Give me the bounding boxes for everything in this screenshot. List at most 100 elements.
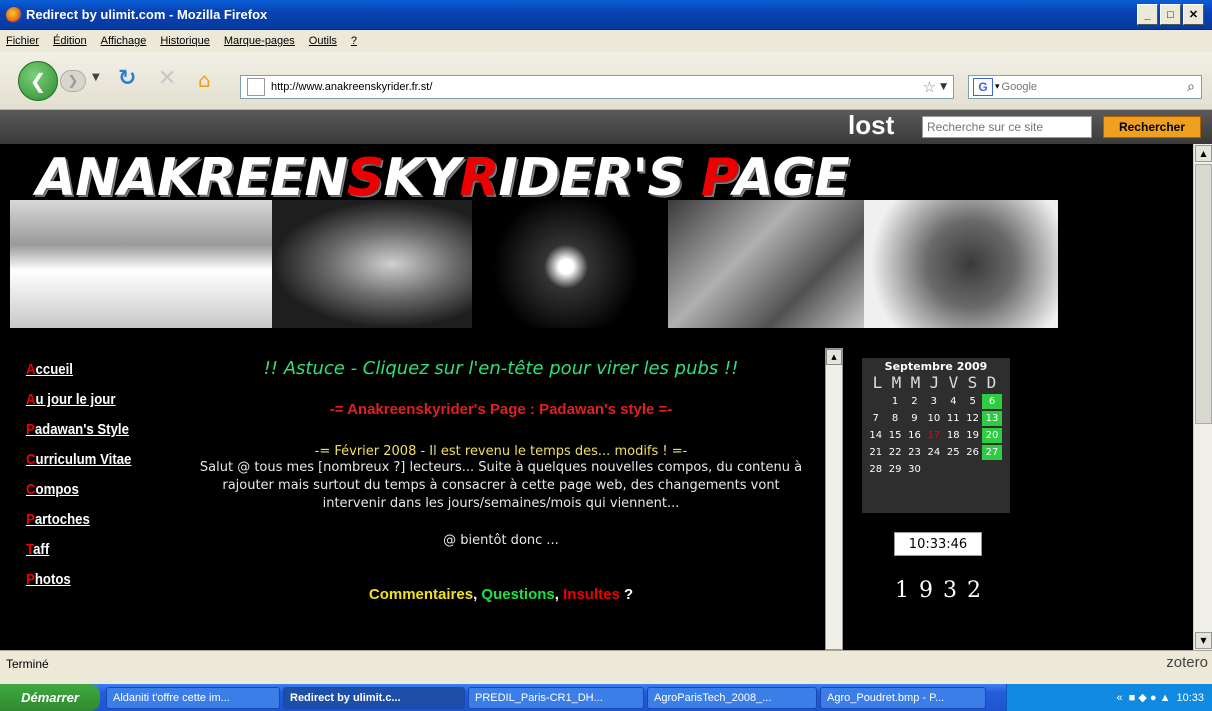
scroll-down-icon[interactable]: ▼ bbox=[1195, 632, 1212, 649]
google-engine-icon[interactable]: G bbox=[973, 78, 993, 96]
banner-part: AGE bbox=[733, 148, 849, 208]
minimize-button[interactable]: _ bbox=[1137, 4, 1158, 25]
taskbar-item[interactable]: Redirect by ulimit.c... bbox=[283, 686, 465, 709]
start-button[interactable]: Démarrer bbox=[0, 684, 100, 711]
beach-photo bbox=[10, 200, 272, 328]
scroll-up-icon[interactable]: ▲ bbox=[1195, 145, 1212, 162]
calendar-day: 9 bbox=[911, 413, 918, 424]
status-bar: Terminé zotero bbox=[0, 650, 1212, 676]
menu-edition[interactable]: Édition bbox=[53, 35, 87, 47]
weekday: M bbox=[891, 373, 902, 392]
calendar-day: 8 bbox=[891, 413, 899, 424]
calendar-day: 14 bbox=[869, 430, 883, 441]
header-photo-strip[interactable] bbox=[10, 200, 1058, 328]
scroll-thumb[interactable] bbox=[1195, 164, 1212, 424]
calendar-day: 21 bbox=[869, 447, 883, 458]
back-button[interactable]: ❮ bbox=[18, 61, 58, 101]
nav-partoches[interactable]: Partoches bbox=[26, 510, 149, 529]
home-icon[interactable]: ⌂ bbox=[198, 68, 211, 92]
calendar-day: 13 bbox=[982, 411, 1002, 426]
firework-photo bbox=[472, 200, 668, 328]
engine-dropdown-icon[interactable]: ▾ bbox=[995, 82, 1000, 92]
maximize-button[interactable]: □ bbox=[1160, 4, 1181, 25]
forward-arrow-icon: ❯ bbox=[67, 73, 79, 89]
banner-part: R bbox=[459, 148, 499, 208]
calendar-day: 27 bbox=[982, 445, 1002, 460]
site-banner[interactable]: ANAKREENSKYRIDER'S PAGE bbox=[36, 148, 1046, 208]
questions-link[interactable]: Questions bbox=[481, 586, 554, 603]
calendar-day: 24 bbox=[927, 447, 941, 458]
content-scrollbar[interactable]: ▲ bbox=[825, 348, 843, 650]
weekday: S bbox=[967, 373, 978, 392]
taskbar-item[interactable]: PREDIL_Paris-CR1_DH... bbox=[468, 686, 644, 709]
calendar-day bbox=[866, 394, 885, 409]
nav-curriculum-vitae[interactable]: Curriculum Vitae bbox=[26, 450, 149, 469]
site-search-button[interactable]: Rechercher bbox=[1103, 116, 1201, 138]
calendar-day bbox=[963, 462, 982, 477]
menu-outils[interactable]: Outils bbox=[309, 35, 337, 47]
url-dropdown-icon[interactable]: ▼ bbox=[940, 82, 947, 92]
reload-icon[interactable]: ↻ bbox=[118, 66, 136, 91]
calendar-day: 10 bbox=[927, 413, 941, 424]
calendar-day: 16 bbox=[908, 430, 921, 441]
title-bar: Redirect by ulimit.com - Mozilla Firefox… bbox=[0, 0, 1212, 30]
menu-help[interactable]: ? bbox=[351, 35, 357, 47]
stop-icon[interactable]: ✕ bbox=[158, 66, 176, 91]
nav-accueil[interactable]: Accueil bbox=[26, 360, 149, 379]
calendar-day: 5 bbox=[969, 396, 976, 407]
clock-display: 10:33:46 bbox=[894, 532, 982, 556]
zotero-button[interactable]: zotero bbox=[1166, 654, 1208, 671]
history-dropdown-icon[interactable]: ▼ bbox=[92, 72, 100, 83]
close-button[interactable]: ✕ bbox=[1183, 4, 1204, 25]
menu-fichier[interactable]: Fichier bbox=[6, 35, 39, 47]
taskbar-item[interactable]: Aldaniti t'offre cette im... bbox=[106, 686, 280, 709]
address-bar[interactable]: ☆ ▼ bbox=[240, 75, 954, 99]
menu-marque-pages[interactable]: Marque-pages bbox=[224, 35, 295, 47]
page-scrollbar[interactable]: ▲ ▼ bbox=[1193, 144, 1212, 650]
nav-photos[interactable]: Photos bbox=[26, 570, 149, 589]
style-heading: -= Anakreenskyrider's Page : Padawan's s… bbox=[329, 401, 673, 418]
calendar-weekdays: L M M J V S D bbox=[862, 373, 1010, 392]
comments-link[interactable]: Commentaires bbox=[369, 586, 473, 603]
insultes-link[interactable]: Insultes bbox=[563, 586, 620, 603]
search-icon[interactable]: ⌕ bbox=[1187, 79, 1195, 95]
banner-part: ANAKREEN bbox=[36, 148, 348, 208]
menu-historique[interactable]: Historique bbox=[160, 35, 210, 47]
banner-part: S bbox=[346, 148, 384, 208]
lost-logo[interactable]: lost bbox=[848, 110, 894, 141]
page-content: lost Rechercher ANAKREENSKYRIDER'S PAGE … bbox=[0, 110, 1212, 650]
tray-expand-icon[interactable]: « bbox=[1117, 692, 1123, 704]
nav-taff[interactable]: Taff bbox=[26, 540, 149, 559]
bookmark-star-icon[interactable]: ☆ bbox=[923, 78, 936, 96]
visit-counter: 1932 bbox=[895, 578, 991, 603]
tray-icons[interactable]: ■ ◆ ● ▲ bbox=[1129, 691, 1171, 704]
tray-clock: 10:33 bbox=[1176, 691, 1204, 704]
calendar-day: 4 bbox=[950, 396, 957, 407]
calendar-day: 30 bbox=[908, 464, 921, 475]
calendar-day: 20 bbox=[982, 428, 1002, 443]
nav-au-jour-le-jour[interactable]: Au jour le jour bbox=[26, 390, 149, 409]
search-bar[interactable]: G ▾ ⌕ bbox=[968, 75, 1202, 99]
calendar-day bbox=[924, 462, 943, 477]
taskbar-item[interactable]: Agro_Poudret.bmp - P... bbox=[820, 686, 986, 709]
nav-padawans-style[interactable]: Padawan's Style bbox=[26, 420, 149, 439]
scroll-up-icon[interactable]: ▲ bbox=[826, 349, 842, 365]
calendar-day: 28 bbox=[869, 464, 883, 475]
calendar-day: 6 bbox=[982, 394, 1002, 409]
url-input[interactable] bbox=[271, 81, 923, 93]
welcome-text: Salut @ tous mes [nombreux ?] lecteurs..… bbox=[199, 460, 803, 511]
weekday: D bbox=[986, 373, 997, 392]
site-search-input[interactable] bbox=[922, 116, 1092, 138]
calendar-day: 25 bbox=[946, 447, 960, 458]
nav-compos[interactable]: Compos bbox=[26, 480, 149, 499]
search-input[interactable] bbox=[1001, 81, 1188, 93]
banner-part: KY bbox=[383, 148, 460, 208]
bientot-text: @ bientôt donc ... bbox=[443, 533, 559, 548]
forward-button[interactable]: ❯ bbox=[60, 70, 86, 92]
status-text: Terminé bbox=[6, 656, 49, 671]
system-tray: « ■ ◆ ● ▲ 10:33 bbox=[1006, 684, 1212, 711]
taskbar-item[interactable]: AgroParisTech_2008_... bbox=[647, 686, 817, 709]
menu-affichage[interactable]: Affichage bbox=[101, 35, 147, 47]
calendar-day: 2 bbox=[911, 396, 918, 407]
browser-window: Redirect by ulimit.com - Mozilla Firefox… bbox=[0, 0, 1212, 711]
